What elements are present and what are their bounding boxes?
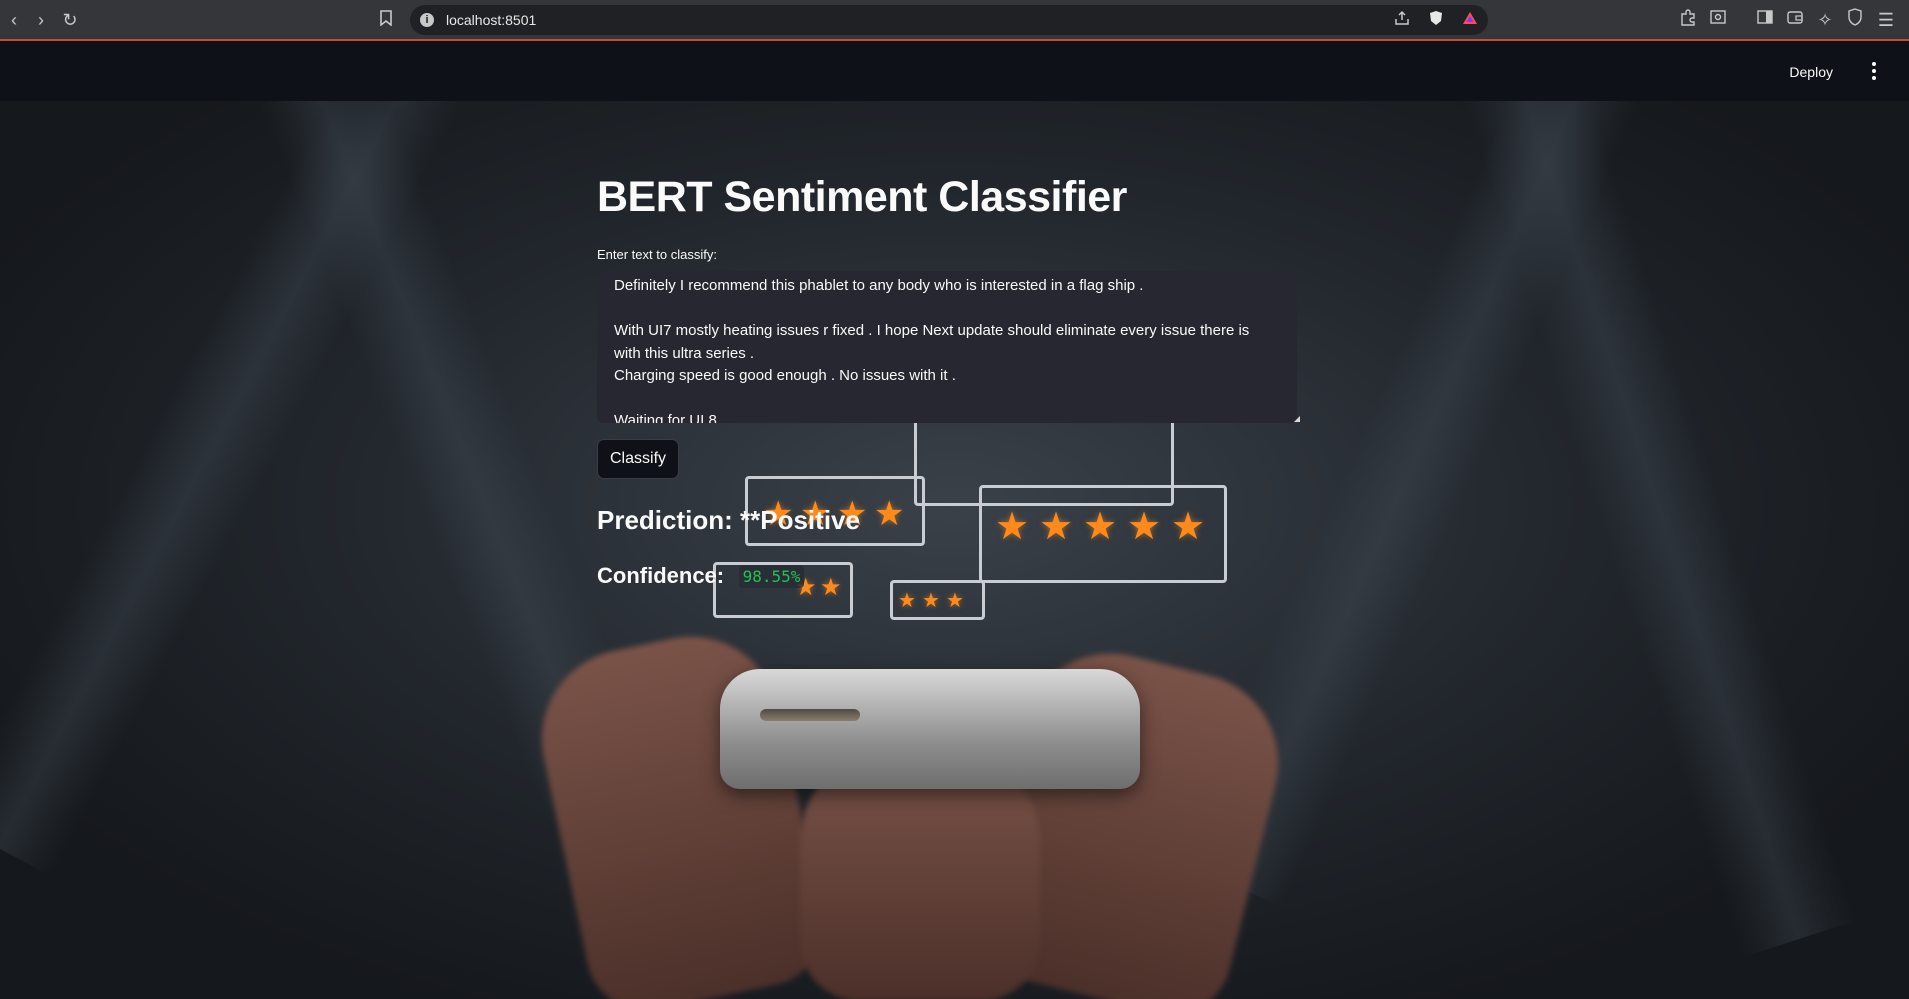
text-input-area[interactable]: Definitely I recommend this phablet to a… — [597, 271, 1297, 423]
confidence-value: 98.55% — [738, 564, 805, 588]
phone-image — [720, 669, 1140, 789]
reload-icon[interactable]: ↻ — [56, 6, 84, 34]
prediction-result: Prediction: **Positive — [597, 505, 860, 535]
app-header: Deploy — [0, 41, 1909, 101]
wallet-icon[interactable] — [1781, 6, 1809, 34]
confidence-label: Confidence: — [597, 563, 725, 588]
info-icon[interactable]: i — [420, 13, 434, 27]
puzzle-icon[interactable] — [1674, 6, 1702, 34]
browser-toolbar: ‹ › ↻ i localhost:8501 ✧ ☰ — [0, 0, 1909, 41]
back-arrow-icon[interactable]: ‹ — [0, 6, 28, 34]
shield-icon[interactable] — [1841, 6, 1869, 34]
deploy-button[interactable]: Deploy — [1783, 59, 1839, 85]
sparkle-icon[interactable]: ✧ — [1811, 6, 1839, 34]
screenshot-icon[interactable] — [1704, 6, 1732, 34]
hamburger-menu-icon[interactable]: ☰ — [1872, 6, 1900, 34]
sidebar-icon[interactable] — [1751, 6, 1779, 34]
address-bar[interactable]: i localhost:8501 — [410, 5, 1488, 35]
classify-button[interactable]: Classify — [597, 439, 680, 479]
share-icon[interactable] — [1388, 6, 1416, 34]
url-text[interactable]: localhost:8501 — [446, 5, 536, 35]
confidence-row: Confidence: 98.55% — [597, 563, 805, 589]
brave-shields-icon[interactable] — [1422, 6, 1450, 34]
forward-arrow-icon[interactable]: › — [27, 6, 55, 34]
background-image: ★ ★ ★ ★ ★ ★ ★ ★ ★ ★ ★ ★ ★ ★ ★ ★ ★ ★ ★ — [0, 101, 1909, 999]
page-title: BERT Sentiment Classifier — [597, 173, 1127, 221]
resize-handle-icon[interactable] — [1294, 416, 1300, 422]
bookmark-icon[interactable] — [372, 6, 400, 34]
kebab-menu-icon[interactable] — [1867, 59, 1881, 85]
text-input-label: Enter text to classify: — [597, 247, 717, 262]
brave-rewards-icon[interactable] — [1456, 6, 1484, 34]
